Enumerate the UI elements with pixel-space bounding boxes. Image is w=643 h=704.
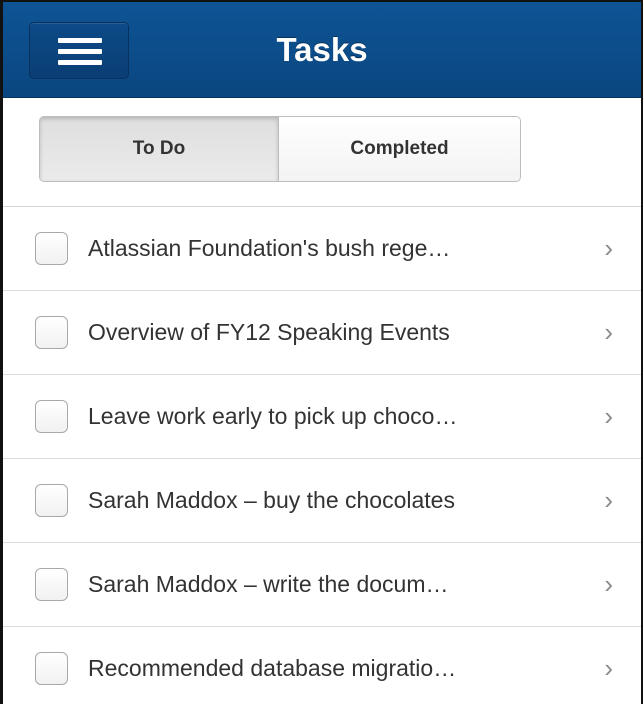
task-row[interactable]: Leave work early to pick up choco… › [3,375,641,459]
app-frame: Tasks To Do Completed Atlassian Foundati… [0,0,643,704]
task-label: Sarah Maddox – write the docum… [88,571,449,597]
task-label: Sarah Maddox – buy the chocolates [88,487,455,513]
chevron-right-icon: › [604,317,613,347]
task-checkbox[interactable] [35,652,68,685]
chevron-right-icon: › [604,401,613,431]
tab-to-do[interactable]: To Do [40,117,279,181]
task-row[interactable]: Overview of FY12 Speaking Events › [3,291,641,375]
task-list: Atlassian Foundation's bush rege… › Over… [3,207,641,704]
tab-completed[interactable]: Completed [279,117,520,181]
header-bar: Tasks [3,2,641,98]
chevron-right-icon: › [604,485,613,515]
segmented-control-bar: To Do Completed [3,98,641,207]
segmented-control: To Do Completed [39,116,521,182]
task-row[interactable]: Atlassian Foundation's bush rege… › [3,207,641,291]
hamburger-menu-icon [58,38,102,66]
task-row[interactable]: Sarah Maddox – write the docum… › [3,543,641,627]
chevron-right-icon: › [604,653,613,683]
task-label: Recommended database migratio… [88,655,457,681]
menu-button[interactable] [29,22,129,79]
chevron-right-icon: › [604,233,613,263]
task-checkbox[interactable] [35,232,68,265]
task-row[interactable]: Recommended database migratio… › [3,627,641,704]
task-label: Overview of FY12 Speaking Events [88,319,450,345]
task-checkbox[interactable] [35,568,68,601]
task-checkbox[interactable] [35,316,68,349]
task-checkbox[interactable] [35,484,68,517]
task-row[interactable]: Sarah Maddox – buy the chocolates › [3,459,641,543]
chevron-right-icon: › [604,569,613,599]
task-checkbox[interactable] [35,400,68,433]
task-label: Atlassian Foundation's bush rege… [88,235,451,261]
task-label: Leave work early to pick up choco… [88,403,458,429]
